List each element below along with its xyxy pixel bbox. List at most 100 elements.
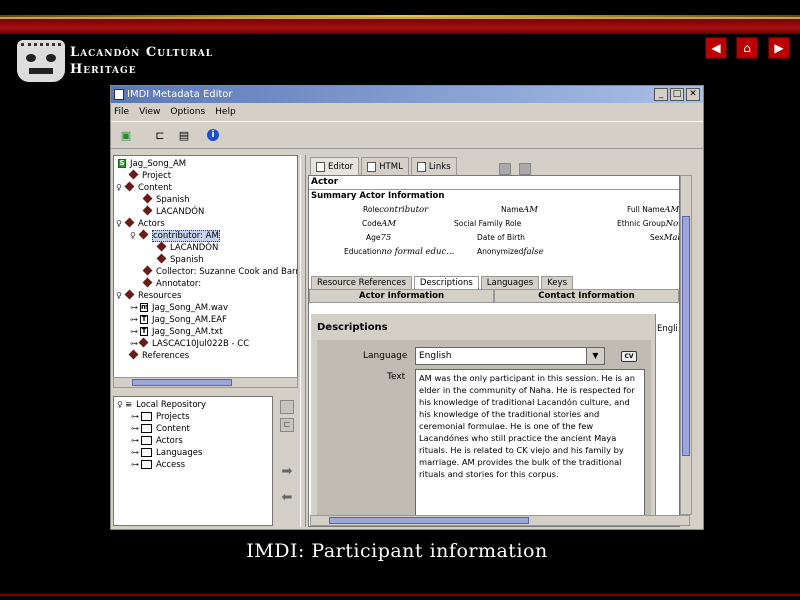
- tree-node-label: Annotator:: [156, 279, 202, 289]
- descriptions-area: Descriptions Language English ▼ CV Text …: [311, 314, 677, 526]
- repository-tree[interactable]: ♀ ≡ Local Repository ⊶ Projects ⊶ Content ⊶ Act…: [113, 396, 273, 526]
- tab-contact-information[interactable]: Contact Information: [494, 289, 679, 303]
- repository-root[interactable]: ♀ ≡ Local Repository: [117, 399, 206, 411]
- repo-folder-button[interactable]: ⊏: [280, 418, 294, 432]
- cv-button[interactable]: CV: [621, 351, 637, 362]
- back-button[interactable]: [498, 163, 511, 175]
- tree-node[interactable]: ⊶ LASCAC10Jul022B - CC: [130, 337, 250, 350]
- expand-toggle-icon[interactable]: ♀: [116, 218, 124, 230]
- session-tree[interactable]: S Jag_Song_AM Project ♀ Content Spanish LACAND…: [113, 155, 298, 378]
- new-session-button[interactable]: ▣: [117, 126, 135, 144]
- repository-item[interactable]: ⊶ Projects: [131, 411, 190, 423]
- tree-horizontal-scrollbar[interactable]: [113, 377, 298, 388]
- tab-editor[interactable]: Editor: [310, 157, 360, 175]
- file-icon: m: [140, 303, 149, 312]
- save-button[interactable]: ▤: [175, 126, 193, 144]
- expand-toggle-icon[interactable]: ⊶: [130, 326, 138, 338]
- editor-horizontal-scrollbar[interactable]: [310, 515, 690, 526]
- tree-node[interactable]: ♀ Resources: [116, 289, 181, 302]
- menu-view[interactable]: View: [139, 107, 160, 117]
- tree-node[interactable]: ⊶ m Jag_Song_AM.wav: [130, 302, 228, 314]
- tree-node[interactable]: LACANDÓN: [156, 241, 218, 254]
- file-icon: T: [140, 315, 148, 324]
- tree-node[interactable]: ♀ Content: [116, 181, 172, 194]
- section-actor: Actor: [311, 177, 339, 187]
- tree-node-label: LASCAC10Jul022B - CC: [152, 339, 250, 349]
- top-red-banner: [0, 17, 800, 34]
- tree-node[interactable]: Spanish: [156, 253, 204, 266]
- repository-item[interactable]: ⊶ Access: [131, 459, 185, 471]
- tree-node[interactable]: Spanish: [142, 193, 190, 206]
- scroll-thumb[interactable]: [329, 517, 529, 524]
- chevron-down-icon[interactable]: ▼: [586, 348, 604, 364]
- tab-descriptions[interactable]: Descriptions: [413, 276, 479, 289]
- editor-vertical-scrollbar[interactable]: [680, 175, 692, 515]
- home-button[interactable]: ⌂: [736, 37, 758, 59]
- move-right-arrow-icon[interactable]: ➡: [280, 465, 294, 480]
- tab-keys[interactable]: Keys: [541, 276, 573, 289]
- node-icon: [128, 169, 139, 180]
- file-icon: T: [140, 327, 148, 336]
- tab-resource-references[interactable]: Resource References: [311, 276, 412, 289]
- tab-links[interactable]: Links: [410, 157, 457, 175]
- tree-node[interactable]: LACANDÓN: [142, 205, 204, 218]
- tab-html[interactable]: HTML: [361, 157, 409, 175]
- descriptions-title: Descriptions: [317, 322, 388, 333]
- node-icon: [142, 205, 153, 216]
- expand-toggle-icon[interactable]: ♀: [130, 230, 138, 242]
- tab-languages[interactable]: Languages: [480, 276, 540, 289]
- minimize-button[interactable]: _: [654, 88, 668, 101]
- window-titlebar[interactable]: IMDI Metadata Editor _ □ ✕: [111, 86, 703, 103]
- tree-node[interactable]: Project: [128, 169, 171, 182]
- move-left-arrow-icon[interactable]: ⬅: [280, 491, 294, 506]
- prev-slide-button[interactable]: ◀: [705, 37, 727, 59]
- expand-toggle-icon[interactable]: ⊶: [130, 338, 138, 350]
- expand-toggle-icon[interactable]: ⊶: [130, 314, 138, 326]
- expand-toggle-icon[interactable]: ⊶: [131, 459, 139, 471]
- info-button[interactable]: i: [207, 129, 219, 141]
- tree-node[interactable]: References: [128, 349, 189, 362]
- tree-node[interactable]: ♀ Actors: [116, 217, 165, 230]
- tree-node[interactable]: S Jag_Song_AM: [116, 158, 186, 170]
- expand-toggle-icon[interactable]: ⊶: [131, 423, 139, 435]
- menu-help[interactable]: Help: [215, 107, 236, 117]
- repository-item[interactable]: ⊶ Content: [131, 423, 190, 435]
- tree-node[interactable]: ⊶ T Jag_Song_AM.EAF: [130, 314, 227, 326]
- arrow-left-icon: ◀: [711, 41, 721, 55]
- tree-node[interactable]: ⊶ T Jag_Song_AM.txt: [130, 326, 223, 338]
- repository-item[interactable]: ⊶ Actors: [131, 435, 183, 447]
- tree-node[interactable]: Collector: Suzanne Cook and Barr: [142, 265, 297, 278]
- repo-action-1-button[interactable]: [280, 400, 294, 414]
- forward-button[interactable]: [518, 163, 531, 175]
- maximize-button[interactable]: □: [670, 88, 684, 101]
- menu-file[interactable]: File: [114, 107, 129, 117]
- info-icon: i: [211, 130, 215, 140]
- expand-toggle-icon[interactable]: ⊶: [131, 447, 139, 459]
- node-icon: [138, 229, 149, 240]
- scroll-thumb[interactable]: [682, 216, 690, 456]
- repository-item[interactable]: ⊶ Languages: [131, 447, 202, 459]
- menu-options[interactable]: Options: [170, 107, 205, 117]
- next-slide-button[interactable]: ▶: [768, 37, 790, 59]
- tree-node[interactable]: ♀ contributor: AM: [130, 229, 220, 242]
- expand-toggle-icon[interactable]: ⊶: [130, 302, 138, 314]
- description-textarea[interactable]: AM was the only participant in this sess…: [415, 369, 645, 526]
- slide-caption: IMDI: Participant information: [246, 540, 548, 562]
- open-button[interactable]: ⊏: [151, 126, 169, 144]
- language-label: Language: [363, 351, 408, 361]
- expand-toggle-icon[interactable]: ⊶: [131, 411, 139, 423]
- language-select[interactable]: English ▼: [415, 347, 605, 365]
- close-button[interactable]: ✕: [686, 88, 700, 101]
- expand-toggle-icon[interactable]: ⊶: [131, 435, 139, 447]
- tree-node-label: Jag_Song_AM: [130, 159, 187, 169]
- scroll-thumb[interactable]: [132, 379, 232, 386]
- tab-actor-information[interactable]: Actor Information: [309, 289, 494, 303]
- slide-title: Lacandón Cultural Heritage: [70, 44, 213, 78]
- summary-grid: Rolecontributor NameAM Full NameAM CodeA…: [344, 205, 680, 257]
- new-icon: ▣: [120, 128, 132, 142]
- expand-toggle-icon[interactable]: ♀: [116, 182, 124, 194]
- splitter[interactable]: [300, 155, 306, 527]
- tree-node[interactable]: Annotator:: [142, 277, 202, 290]
- html-icon: [367, 161, 377, 172]
- expand-toggle-icon[interactable]: ♀: [116, 290, 124, 302]
